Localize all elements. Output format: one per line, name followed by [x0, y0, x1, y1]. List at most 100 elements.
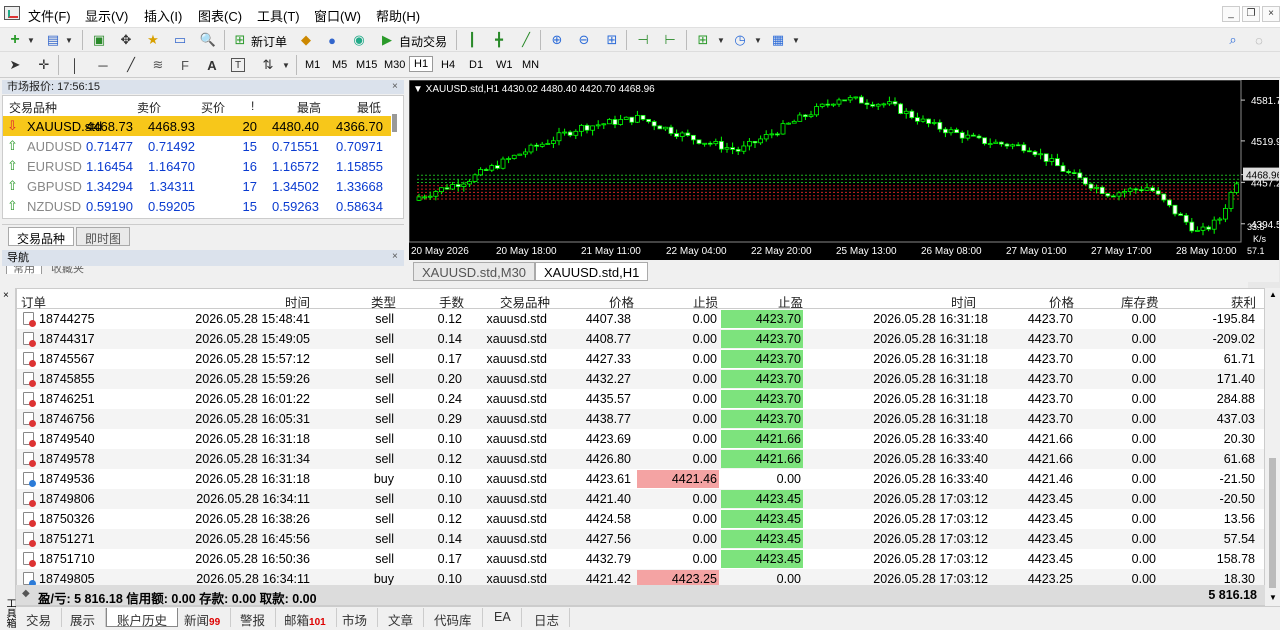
col-bid[interactable]: 卖价 — [137, 99, 161, 116]
col-spread[interactable]: ! — [251, 99, 254, 113]
table-row[interactable]: 18746251 2026.05.28 16:01:22 sell 0.24 xauus… — [17, 389, 1264, 409]
col-symbol[interactable]: 交易品种 — [9, 99, 57, 116]
col-low[interactable]: 最低 — [357, 99, 381, 116]
menu-tools[interactable]: 工具(T) — [257, 6, 300, 25]
market-watch-row[interactable]: ⇧ GBPUSD 1.34294 1.34311 17 1.34502 1.33668 — [3, 176, 391, 196]
close-icon[interactable]: × — [1262, 6, 1280, 22]
new-order-icon[interactable]: ⊞ — [231, 31, 249, 49]
tab-terminal-0[interactable]: 交易 — [16, 608, 63, 628]
chevron-down-icon[interactable]: ▼ — [749, 31, 767, 49]
timeframe-m15[interactable]: M15 — [356, 59, 377, 71]
menu-insert[interactable]: 插入(I) — [144, 6, 182, 25]
zoom-in-icon[interactable]: ⊕ — [548, 31, 566, 49]
equidistant-channel-icon[interactable]: ≋ — [149, 56, 167, 74]
market-watch-row[interactable]: ⇧ AUDUSD 0.71477 0.71492 15 0.71551 0.70971 — [3, 136, 391, 156]
text-label-icon[interactable]: T — [231, 58, 245, 72]
table-row[interactable]: 18745855 2026.05.28 15:59:26 sell 0.20 xauus… — [17, 369, 1264, 389]
tile-windows-icon[interactable]: ⊞ — [603, 31, 621, 49]
close-icon[interactable]: × — [392, 81, 398, 92]
candlestick-icon[interactable]: ╋ — [490, 31, 508, 49]
timeframe-m5[interactable]: M5 — [332, 59, 347, 71]
menu-file[interactable]: 文件(F) — [28, 6, 71, 25]
templates-icon[interactable]: ▦ — [769, 31, 787, 49]
menu-view[interactable]: 显示(V) — [85, 6, 128, 25]
tab-terminal-2[interactable]: 账户历史 — [106, 608, 179, 628]
table-row[interactable]: 18749540 2026.05.28 16:31:18 sell 0.10 xauus… — [17, 429, 1264, 449]
tab-terminal-7[interactable]: 文章 — [378, 608, 425, 628]
tab-terminal-4[interactable]: 警报 — [230, 608, 277, 628]
restore-icon[interactable]: ❐ — [1242, 6, 1260, 22]
chevron-down-icon[interactable]: ▼ — [60, 31, 78, 49]
close-icon[interactable]: × — [392, 251, 398, 262]
vps-icon[interactable]: ◉ — [350, 31, 368, 49]
chevron-up-icon[interactable]: ▲ — [1269, 290, 1277, 299]
table-row[interactable]: 18749806 2026.05.28 16:34:11 sell 0.10 xauus… — [17, 489, 1264, 509]
tab-chart-h1[interactable]: XAUUSD.std,H1 — [535, 262, 649, 281]
scrollbar-thumb[interactable] — [1269, 458, 1276, 588]
timeframe-h1[interactable]: H1 — [409, 56, 434, 72]
timeframe-d1[interactable]: D1 — [469, 59, 483, 71]
timeframe-m1[interactable]: M1 — [305, 59, 320, 71]
tab-terminal-3[interactable]: 新闻99 — [174, 608, 232, 628]
chevron-down-icon[interactable]: ▼ — [787, 31, 805, 49]
table-row[interactable]: 18746756 2026.05.28 16:05:31 sell 0.29 xauus… — [17, 409, 1264, 429]
chevron-down-icon[interactable]: ▼ — [1269, 593, 1277, 602]
timeframe-h4[interactable]: H4 — [441, 59, 455, 71]
signals-icon[interactable]: ● — [323, 31, 341, 49]
tab-terminal-5[interactable]: 邮箱101 — [274, 608, 337, 628]
timeframe-m30[interactable]: M30 — [384, 59, 405, 71]
tab-tick-chart[interactable]: 即时图 — [76, 227, 131, 246]
col-high[interactable]: 最高 — [297, 99, 321, 116]
table-row[interactable]: 18750326 2026.05.28 16:38:26 sell 0.12 xauus… — [17, 509, 1264, 529]
terminal-icon[interactable]: ▭ — [171, 31, 189, 49]
table-row[interactable]: 18751710 2026.05.28 16:50:36 sell 0.17 xauus… — [17, 549, 1264, 569]
indicators-icon[interactable]: ⊞ — [694, 31, 712, 49]
metaeditor-icon[interactable]: ◆ — [297, 31, 315, 49]
market-watch-row[interactable]: ⇧ NZDUSD 0.59190 0.59205 15 0.59263 0.58634 — [3, 196, 391, 216]
table-row[interactable]: 18744317 2026.05.28 15:49:05 sell 0.14 xauus… — [17, 329, 1264, 349]
chevron-down-icon[interactable]: ▼ — [712, 31, 730, 49]
vertical-scrollbar[interactable]: ▲ ▼ — [1265, 288, 1280, 606]
market-watch-icon[interactable]: ▣ — [90, 31, 108, 49]
chevron-down-icon[interactable]: ▼ — [277, 56, 295, 74]
cursor-icon[interactable]: ➤ — [6, 56, 24, 74]
scrollbar-thumb[interactable] — [392, 114, 397, 132]
table-row[interactable]: 18744275 2026.05.28 15:48:41 sell 0.12 xauus… — [17, 309, 1264, 329]
auto-trading-icon[interactable]: ▶ — [378, 31, 396, 49]
horizontal-line-icon[interactable]: ─ — [94, 56, 112, 74]
tab-terminal-6[interactable]: 市场 — [332, 608, 379, 628]
timeframe-mn[interactable]: MN — [522, 59, 539, 71]
table-row[interactable]: 18745567 2026.05.28 15:57:12 sell 0.17 xauus… — [17, 349, 1264, 369]
crosshair-icon[interactable]: ✛ — [35, 56, 53, 74]
fibonacci-icon[interactable]: F — [176, 56, 194, 74]
tab-chart-m30[interactable]: XAUUSD.std,M30 — [413, 262, 536, 281]
menu-help[interactable]: 帮助(H) — [376, 6, 420, 25]
tab-terminal-9[interactable]: EA — [484, 608, 522, 627]
menu-window[interactable]: 窗口(W) — [314, 6, 361, 25]
tab-symbols[interactable]: 交易品种 — [8, 227, 75, 246]
auto-trading-button[interactable]: 自动交易 — [399, 33, 447, 50]
tab-common[interactable]: 常用 — [6, 266, 42, 274]
trendline-icon[interactable]: ╱ — [122, 56, 140, 74]
chart-shift-icon[interactable]: ⊣ — [634, 31, 652, 49]
market-watch-row[interactable]: ⇩ XAUUSD.std 4468.73 4468.93 20 4480.40 4366.7… — [3, 116, 391, 136]
crosshair-data-icon[interactable]: ✥ — [117, 31, 135, 49]
zoom-out-icon[interactable]: ⊖ — [575, 31, 593, 49]
tab-terminal-1[interactable]: 展示 — [60, 608, 107, 628]
table-row[interactable]: 18749536 2026.05.28 16:31:18 buy 0.10 xauusd… — [17, 469, 1264, 489]
table-row[interactable]: 18749578 2026.05.28 16:31:34 sell 0.12 xauus… — [17, 449, 1264, 469]
chat-icon[interactable]: ◌ — [1250, 31, 1268, 49]
text-icon[interactable]: A — [203, 56, 221, 74]
tab-favorites[interactable]: 收藏夹 — [51, 266, 84, 274]
vertical-line-icon[interactable]: │ — [66, 56, 84, 74]
minimize-icon[interactable]: _ — [1222, 6, 1240, 22]
price-chart[interactable]: 4581.704519.954468.964457.254394.554468.… — [408, 79, 1280, 260]
navigator-icon[interactable]: ★ — [144, 31, 162, 49]
timeframe-w1[interactable]: W1 — [496, 59, 513, 71]
tab-terminal-10[interactable]: 日志 — [524, 608, 571, 628]
autoscroll-icon[interactable]: ⊢ — [661, 31, 679, 49]
chevron-down-icon[interactable]: ▼ — [22, 31, 40, 49]
market-watch-row[interactable]: ⇧ EURUSD 1.16454 1.16470 16 1.16572 1.15855 — [3, 156, 391, 176]
tab-terminal-8[interactable]: 代码库 — [424, 608, 483, 628]
table-row[interactable]: 18751271 2026.05.28 16:45:56 sell 0.14 xauus… — [17, 529, 1264, 549]
